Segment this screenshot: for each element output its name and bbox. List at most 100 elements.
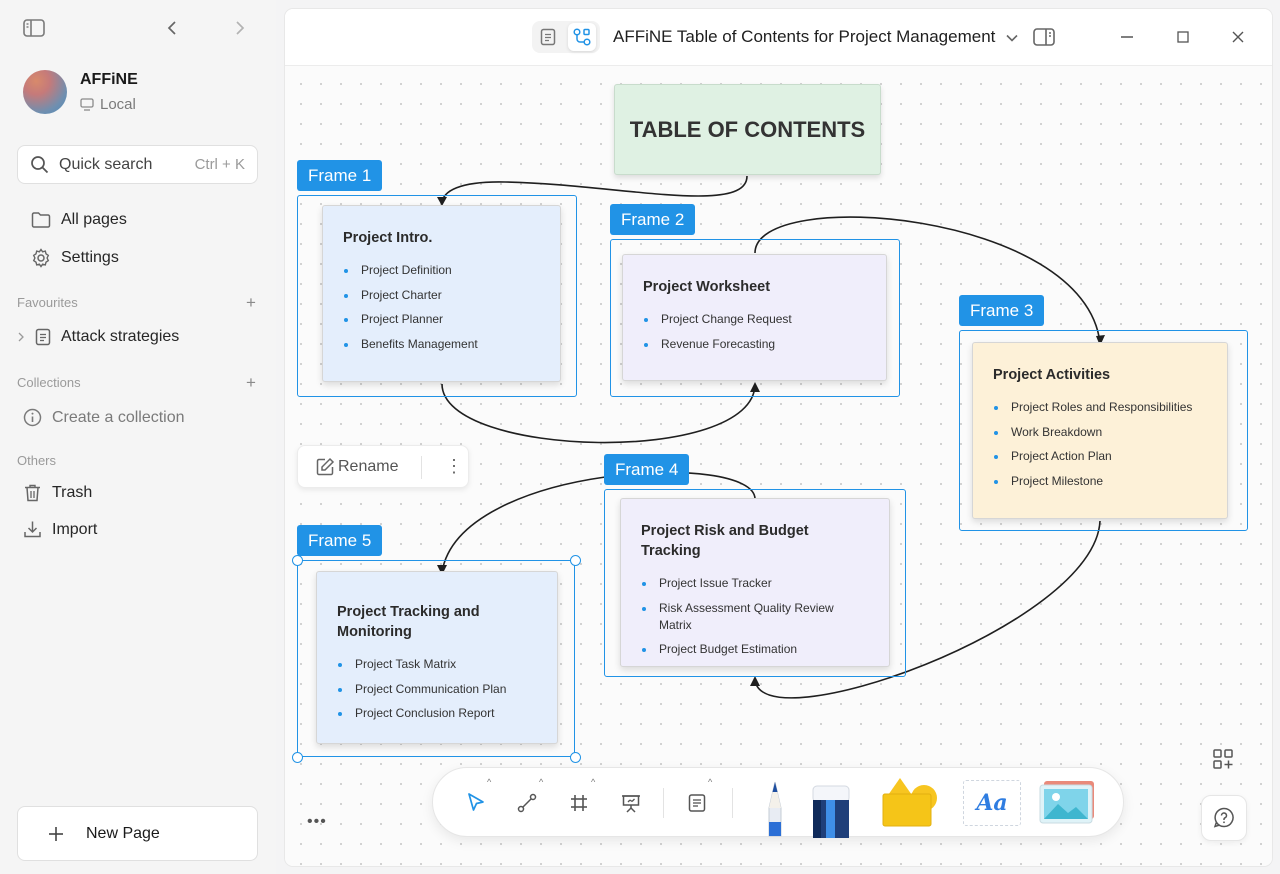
nav-trash-label: Trash bbox=[52, 484, 93, 501]
workspace-name[interactable]: AFFiNE bbox=[80, 71, 138, 89]
page-mode-button[interactable] bbox=[534, 23, 562, 51]
note-list: Project Definition Project Charter Proje… bbox=[343, 262, 540, 353]
more-options-icon[interactable]: ⋮ bbox=[445, 457, 463, 475]
minimize-icon[interactable] bbox=[1117, 27, 1137, 47]
list-item: Project Budget Estimation bbox=[641, 641, 869, 658]
right-sidebar-toggle-icon[interactable] bbox=[1032, 27, 1056, 47]
help-button[interactable] bbox=[1201, 795, 1247, 841]
help-icon bbox=[1213, 807, 1234, 828]
create-collection[interactable]: Create a collection bbox=[23, 408, 185, 427]
nav-trash[interactable]: Trash bbox=[23, 483, 92, 503]
title-bar: AFFiNE Table of Contents for Project Man… bbox=[285, 9, 1272, 66]
nav-import-label: Import bbox=[52, 520, 98, 538]
frame-5-label[interactable]: Frame 5 bbox=[297, 525, 383, 556]
frame-4-label[interactable]: Frame 4 bbox=[604, 454, 690, 485]
chevron-right-icon[interactable] bbox=[17, 332, 25, 342]
quick-search-shortcut: Ctrl + K bbox=[194, 156, 245, 173]
text-tool-button[interactable]: Aa bbox=[963, 780, 1021, 826]
list-item: Benefits Management bbox=[343, 336, 540, 353]
back-arrow-icon[interactable] bbox=[162, 18, 182, 38]
edgeless-mode-icon bbox=[573, 28, 591, 46]
note-project-intro[interactable]: Project Intro. Project Definition Projec… bbox=[322, 205, 561, 382]
quick-search-input[interactable]: Quick search Ctrl + K bbox=[17, 145, 258, 184]
close-icon[interactable] bbox=[1228, 27, 1248, 47]
connector-tool-button[interactable] bbox=[513, 789, 541, 817]
note-tool-button[interactable] bbox=[683, 789, 711, 817]
add-collection-icon[interactable]: + bbox=[246, 374, 256, 391]
list-item: Project Planner bbox=[343, 311, 540, 328]
note-project-worksheet[interactable]: Project Worksheet Project Change Request… bbox=[622, 254, 887, 381]
frame-icon bbox=[571, 795, 587, 811]
arrowhead-frame4 bbox=[750, 676, 760, 686]
frame-tool-button[interactable] bbox=[565, 789, 593, 817]
favourite-item[interactable]: Attack strategies bbox=[17, 328, 179, 346]
new-page-label: New Page bbox=[86, 824, 160, 842]
note-title: Project Worksheet bbox=[643, 279, 771, 295]
frame-1-label[interactable]: Frame 1 bbox=[297, 160, 383, 191]
new-page-button[interactable]: New Page bbox=[17, 806, 258, 861]
sidebar-toggle-icon[interactable] bbox=[22, 17, 46, 39]
list-item: Revenue Forecasting bbox=[643, 336, 866, 353]
maximize-icon[interactable] bbox=[1173, 27, 1193, 47]
trash-icon bbox=[25, 484, 40, 502]
pointer-tool-button[interactable] bbox=[462, 789, 490, 817]
import-icon bbox=[24, 521, 41, 538]
workspace-avatar[interactable] bbox=[23, 70, 67, 114]
image-tool-button[interactable] bbox=[1036, 780, 1098, 826]
note-title: Project Activities bbox=[993, 367, 1111, 383]
toolbar-divider bbox=[732, 788, 733, 818]
others-heading: Others bbox=[17, 453, 57, 468]
note-tracking-monitoring[interactable]: Project Tracking and Monitoring Project … bbox=[316, 571, 558, 744]
pointer-caret-icon[interactable]: ^ bbox=[487, 777, 491, 787]
nav-settings[interactable]: Settings bbox=[31, 248, 119, 268]
workspace-storage-label: Local bbox=[100, 96, 136, 113]
resize-handle-bottom-right[interactable] bbox=[570, 752, 581, 763]
note-list: Project Roles and Responsibilities Work … bbox=[993, 399, 1207, 490]
eraser-tool-button[interactable] bbox=[810, 784, 852, 838]
plus-icon bbox=[49, 826, 63, 841]
folder-icon bbox=[31, 212, 51, 228]
note-title: Project Tracking and Monitoring bbox=[337, 604, 480, 640]
list-item: Project Conclusion Report bbox=[337, 705, 537, 722]
more-menu-icon[interactable]: ••• bbox=[307, 813, 327, 831]
note-risk-budget-tracking[interactable]: Project Risk and Budget Tracking Project… bbox=[620, 498, 890, 667]
rename-button[interactable]: Rename bbox=[338, 458, 398, 476]
list-item: Project Communication Plan bbox=[337, 681, 537, 698]
add-widget-icon[interactable] bbox=[1210, 746, 1236, 772]
list-item: Risk Assessment Quality Review Matrix bbox=[641, 600, 869, 634]
edgeless-mode-button[interactable] bbox=[568, 23, 596, 51]
nav-settings-label: Settings bbox=[61, 249, 119, 266]
forward-arrow-icon[interactable] bbox=[230, 18, 250, 38]
nav-all-pages[interactable]: All pages bbox=[31, 211, 127, 229]
search-icon bbox=[31, 156, 49, 174]
note-list: Project Issue Tracker Risk Assessment Qu… bbox=[641, 575, 869, 658]
note-caret-icon[interactable]: ^ bbox=[708, 777, 712, 787]
list-item: Project Issue Tracker bbox=[641, 575, 869, 592]
shape-tool-button[interactable] bbox=[880, 776, 942, 830]
resize-handle-top-right[interactable] bbox=[570, 555, 581, 566]
edgeless-toolbar: ^ ^ ^ ^ Aa bbox=[432, 767, 1124, 838]
note-icon bbox=[688, 794, 706, 812]
gear-icon bbox=[32, 248, 50, 268]
presentation-tool-button[interactable] bbox=[617, 789, 645, 817]
resize-handle-top-left[interactable] bbox=[292, 555, 303, 566]
create-collection-label: Create a collection bbox=[52, 408, 185, 426]
table-of-contents-note[interactable]: TABLE OF CONTENTS bbox=[614, 84, 881, 175]
note-title: Project Intro. bbox=[343, 230, 433, 246]
image-icon bbox=[1039, 781, 1094, 824]
quick-search-label: Quick search bbox=[59, 155, 153, 173]
note-project-activities[interactable]: Project Activities Project Roles and Res… bbox=[972, 342, 1228, 519]
frame-caret-icon[interactable]: ^ bbox=[591, 777, 595, 787]
note-title: Project Risk and Budget Tracking bbox=[641, 523, 809, 559]
presentation-icon bbox=[622, 795, 640, 813]
frame-2-label[interactable]: Frame 2 bbox=[610, 204, 696, 235]
pen-tool-button[interactable] bbox=[760, 778, 790, 838]
resize-handle-bottom-left[interactable] bbox=[292, 752, 303, 763]
document-title[interactable]: AFFiNE Table of Contents for Project Man… bbox=[613, 27, 1018, 47]
edgeless-canvas[interactable]: TABLE OF CONTENTS Frame 1 Project Intro.… bbox=[285, 66, 1272, 866]
add-favourite-icon[interactable]: + bbox=[246, 294, 256, 311]
connector-caret-icon[interactable]: ^ bbox=[539, 777, 543, 787]
frame-3-label[interactable]: Frame 3 bbox=[959, 295, 1045, 326]
nav-import[interactable]: Import bbox=[23, 520, 97, 539]
chevron-down-icon[interactable] bbox=[1006, 34, 1018, 42]
